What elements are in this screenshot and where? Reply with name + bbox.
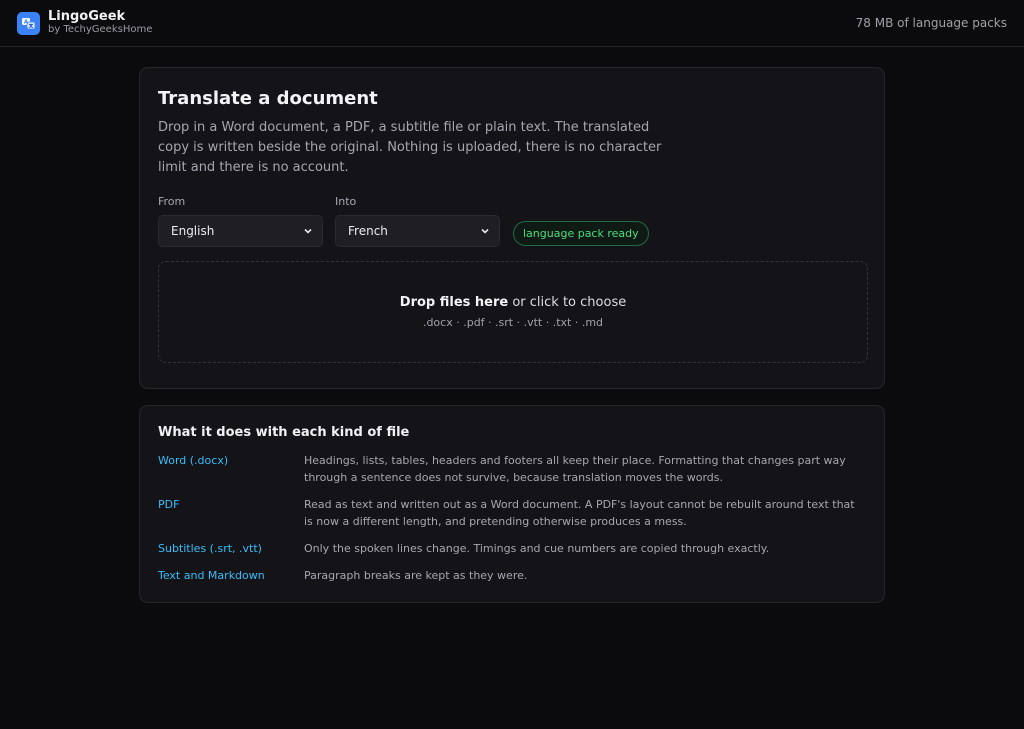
from-field: From English [158,195,323,247]
language-row: From English Into French language pack r… [158,195,866,247]
file-kind-link[interactable]: PDF [158,496,304,530]
chevron-down-icon [481,228,489,234]
page-title: Translate a document [158,88,378,109]
brand-text: LingoGeek by TechyGeeksHome [48,10,152,36]
translate-icon [17,11,40,35]
file-kind-detail: Read as text and written out as a Word d… [304,498,855,528]
file-dropzone[interactable]: Drop files here or click to choose .docx… [158,261,868,363]
file-kind-detail: Headings, lists, tables, headers and foo… [304,454,846,484]
list-item: Text and Markdown Paragraph breaks are k… [158,567,866,584]
dropzone-file-types: .docx · .pdf · .srt · .vtt · .txt · .md [422,316,604,329]
from-label: From [158,195,186,208]
into-field: Into French [335,195,500,247]
file-kind-detail: Paragraph breaks are kept as they were. [304,569,528,582]
app-publisher: by TechyGeeksHome [48,24,153,35]
storage-indicator: 78 MB of language packs [855,16,1007,30]
page-description: Drop in a Word document, a PDF, a subtit… [158,120,662,175]
brand: LingoGeek by TechyGeeksHome [17,10,152,36]
dropzone-prompt: Drop files here or click to choose [400,295,626,310]
list-item: Subtitles (.srt, .vtt) Only the spoken l… [158,540,866,557]
from-language-value: English [171,224,215,238]
app-header: LingoGeek by TechyGeeksHome 78 MB of lan… [0,0,1024,47]
into-language-select[interactable]: French [335,215,500,247]
dropzone-prompt-bold: Drop files here [399,295,509,310]
dropzone-prompt-rest: or click to choose [508,295,627,310]
file-kind-link[interactable]: Text and Markdown [158,567,304,584]
file-kind-link[interactable]: Subtitles (.srt, .vtt) [158,540,304,557]
chevron-down-icon [304,228,312,234]
status-badge: language pack ready [513,221,649,246]
info-title: What it does with each kind of file [158,425,410,440]
list-item: PDF Read as text and written out as a Wo… [158,496,866,530]
list-item: Word (.docx) Headings, lists, tables, he… [158,452,866,486]
into-label: Into [335,195,357,208]
info-list: Word (.docx) Headings, lists, tables, he… [158,452,866,584]
into-language-value: French [348,224,388,238]
translate-card: Translate a document Drop in a Word docu… [139,67,885,389]
file-info-card: What it does with each kind of file Word… [139,405,885,603]
file-kind-detail: Only the spoken lines change. Timings an… [304,542,770,555]
file-kind-link[interactable]: Word (.docx) [158,452,304,486]
app-name: LingoGeek [48,9,126,24]
from-language-select[interactable]: English [158,215,323,247]
